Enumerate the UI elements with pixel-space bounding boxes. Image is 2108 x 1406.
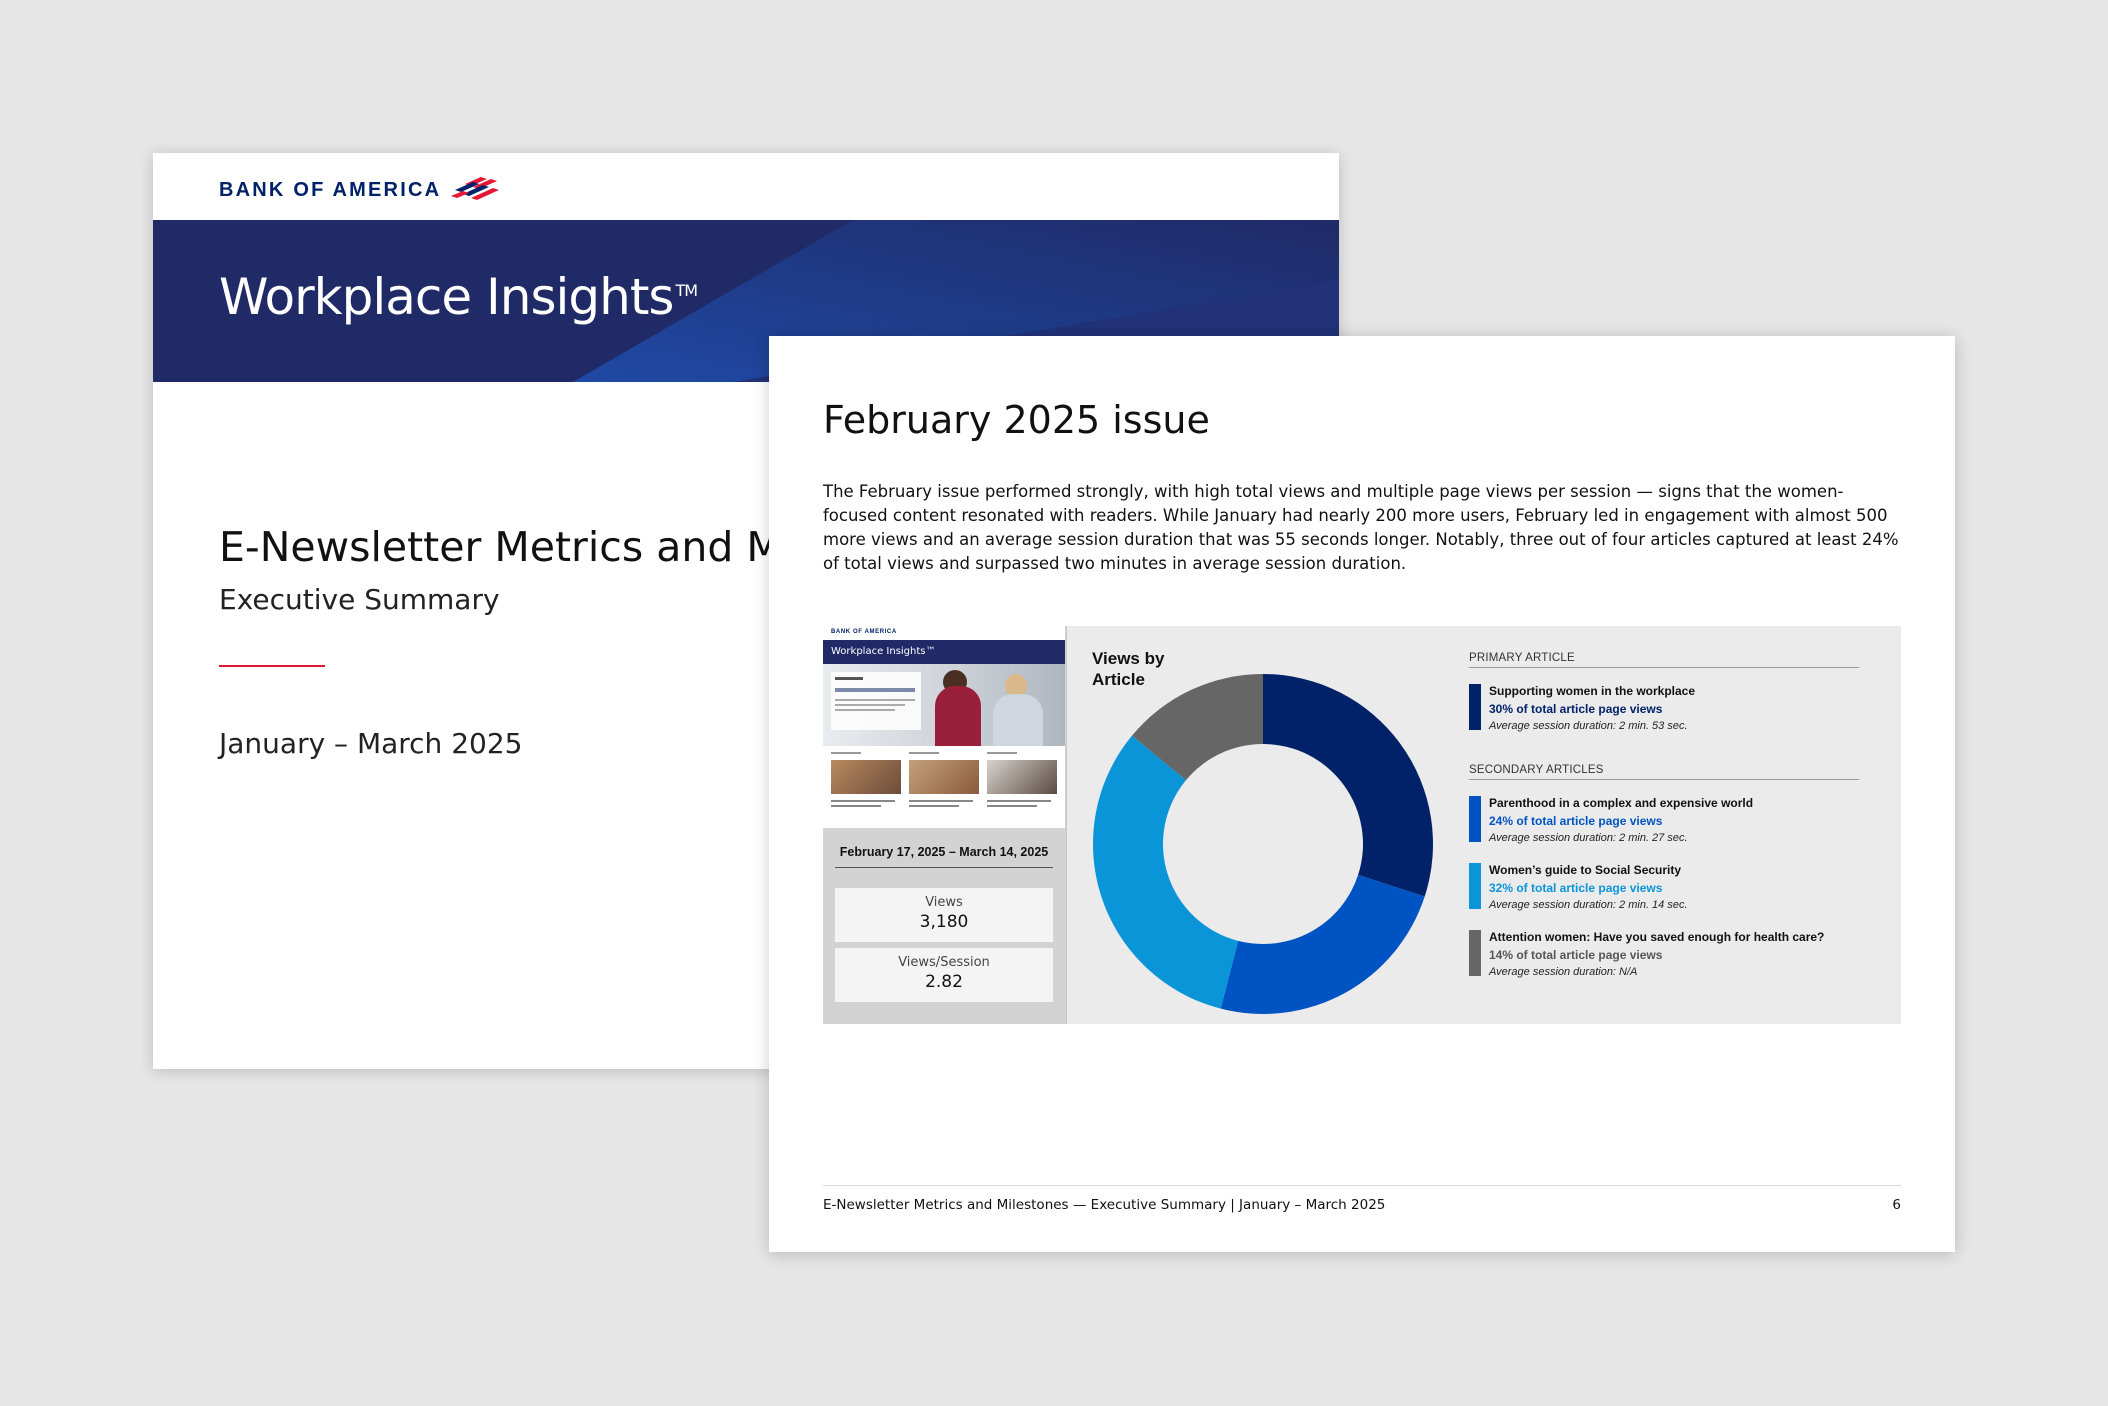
logo-wordmark: BANK OF AMERICA xyxy=(219,178,442,201)
legend-article-share: 32% of total article page views xyxy=(1489,881,1663,895)
intro-paragraph: The February issue performed strongly, w… xyxy=(823,482,1899,573)
views-per-session-label: Views/Session xyxy=(898,955,990,970)
page-title: February 2025 issue xyxy=(823,398,1210,442)
donut-slice-1 xyxy=(1263,674,1433,897)
views-per-session-value: 2.82 xyxy=(925,972,963,992)
donut-slice-3 xyxy=(1093,735,1239,1009)
donut-slice-2 xyxy=(1220,874,1425,1014)
legend-article-duration: Average session duration: 2 min. 53 sec. xyxy=(1489,720,1688,732)
secondary-articles-heading: SECONDARY ARTICLES xyxy=(1469,764,1859,780)
legend-article-name: Attention women: Have you saved enough f… xyxy=(1489,930,1825,944)
legend-swatch xyxy=(1469,796,1481,842)
legend-swatch xyxy=(1469,930,1481,976)
red-divider xyxy=(219,665,325,667)
legend-article-duration: Average session duration: N/A xyxy=(1489,966,1638,978)
report-page: February 2025 issue The February issue p… xyxy=(769,336,1955,1252)
legend-article-share: 30% of total article page views xyxy=(1489,702,1663,716)
metrics-panel: BANK OF AMERICA Workplace Insights™ Febr… xyxy=(823,626,1901,1024)
issue-date-range: February 17, 2025 – March 14, 2025 xyxy=(835,845,1053,868)
flag-icon xyxy=(451,177,500,200)
primary-article-heading: PRIMARY ARTICLE xyxy=(1469,652,1859,668)
legend-item-parenthood: Parenthood in a complex and expensive wo… xyxy=(1469,796,1861,844)
legend-item-health-care: Attention women: Have you saved enough f… xyxy=(1469,930,1861,978)
bank-of-america-logo: BANK OF AMERICA xyxy=(219,173,501,207)
legend-article-share: 14% of total article page views xyxy=(1489,948,1663,962)
legend-article-name: Supporting women in the workplace xyxy=(1489,684,1696,698)
cover-date-range: January – March 2025 xyxy=(219,727,523,760)
cover-subtitle: Executive Summary xyxy=(219,583,500,616)
legend-item-social-security: Women’s guide to Social Security 32% of … xyxy=(1469,863,1861,911)
legend-article-share: 24% of total article page views xyxy=(1489,814,1663,828)
workplace-insights-brand: Workplace Insights TM xyxy=(219,268,698,326)
views-stat: Views 3,180 xyxy=(835,888,1053,942)
views-label: Views xyxy=(925,895,963,910)
views-value: 3,180 xyxy=(919,912,969,932)
thumb-logo: BANK OF AMERICA xyxy=(831,629,897,635)
legend-swatch xyxy=(1469,863,1481,909)
legend-item-supporting-women: Supporting women in the workplace 30% of… xyxy=(1469,684,1861,732)
views-by-article-donut-chart xyxy=(1093,674,1433,1014)
footer-divider xyxy=(823,1185,1901,1186)
newsletter-thumbnail: BANK OF AMERICA Workplace Insights™ Febr… xyxy=(823,626,1067,1024)
newsletter-preview-image: BANK OF AMERICA Workplace Insights™ xyxy=(823,626,1065,828)
footer-text: E-Newsletter Metrics and Milestones — Ex… xyxy=(823,1197,1386,1213)
thumb-article-columns xyxy=(823,750,1065,828)
page-number: 6 xyxy=(1892,1197,1901,1213)
thumb-brand: Workplace Insights™ xyxy=(831,646,936,657)
legend-article-duration: Average session duration: 2 min. 27 sec. xyxy=(1489,832,1688,844)
legend-article-duration: Average session duration: 2 min. 14 sec. xyxy=(1489,899,1688,911)
legend-article-name: Women’s guide to Social Security xyxy=(1489,863,1682,877)
legend-article-name: Parenthood in a complex and expensive wo… xyxy=(1489,796,1754,810)
views-per-session-stat: Views/Session 2.82 xyxy=(835,948,1053,1002)
legend-swatch xyxy=(1469,684,1481,730)
thumb-hero-photo xyxy=(823,664,1065,746)
